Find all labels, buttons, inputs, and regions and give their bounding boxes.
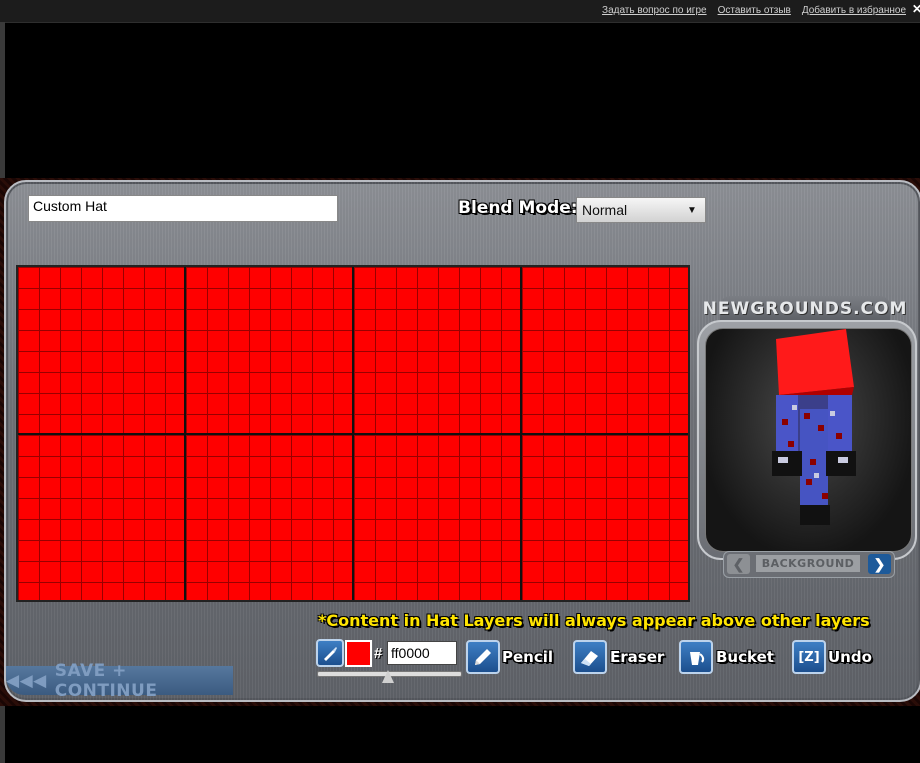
- hat-name-input[interactable]: Custom Hat: [28, 195, 338, 222]
- character-preview[interactable]: [705, 328, 912, 552]
- leave-review-link[interactable]: Оставить отзыв: [718, 5, 791, 16]
- ask-question-link[interactable]: Задать вопрос по игре: [602, 5, 707, 16]
- background-label: BACKGROUND: [756, 555, 860, 572]
- chevron-left-icon[interactable]: ❮: [727, 554, 750, 574]
- chevron-down-icon[interactable]: ▼: [679, 198, 705, 222]
- hex-color-input[interactable]: ff0000: [387, 641, 457, 665]
- eyedropper-icon[interactable]: [316, 639, 344, 667]
- save-continue-button[interactable]: ◀◀◀ SAVE + CONTINUE: [6, 661, 233, 701]
- slider-thumb[interactable]: [382, 670, 394, 683]
- add-favorites-link[interactable]: Добавить в избранное: [802, 5, 906, 16]
- newgrounds-logo: NEWGROUNDS.COM: [703, 296, 906, 322]
- bucket-icon[interactable]: [679, 640, 713, 674]
- rewind-icon: ◀◀◀: [6, 670, 47, 691]
- top-bar: Задать вопрос по игре Оставить отзыв Доб…: [0, 0, 920, 23]
- close-icon[interactable]: ✕: [912, 2, 920, 16]
- eraser-icon[interactable]: [573, 640, 607, 674]
- top-links: Задать вопрос по игре Оставить отзыв Доб…: [602, 5, 906, 16]
- pencil-label[interactable]: Pencil: [502, 648, 553, 666]
- save-continue-label: SAVE + CONTINUE: [54, 660, 158, 701]
- background-switcher: ❮ BACKGROUND ❯: [723, 551, 895, 578]
- hat-layer-notice: *Content in Hat Layers will always appea…: [318, 611, 870, 630]
- blend-mode-label: Blend Mode:: [458, 198, 578, 218]
- color-swatch[interactable]: [345, 640, 372, 667]
- undo-label[interactable]: Undo: [828, 648, 872, 666]
- blend-mode-value: Normal: [582, 202, 628, 218]
- pencil-icon[interactable]: [466, 640, 500, 674]
- undo-icon[interactable]: [Z]: [792, 640, 826, 674]
- chevron-right-icon[interactable]: ❯: [868, 554, 891, 574]
- eraser-label[interactable]: Eraser: [610, 648, 664, 666]
- hex-hash: #: [374, 645, 383, 662]
- character-figure: [772, 329, 856, 525]
- face-divider: [18, 433, 688, 435]
- pixel-canvas[interactable]: [16, 265, 690, 602]
- bucket-label[interactable]: Bucket: [716, 648, 774, 666]
- blend-mode-select[interactable]: Normal ▼: [576, 197, 706, 223]
